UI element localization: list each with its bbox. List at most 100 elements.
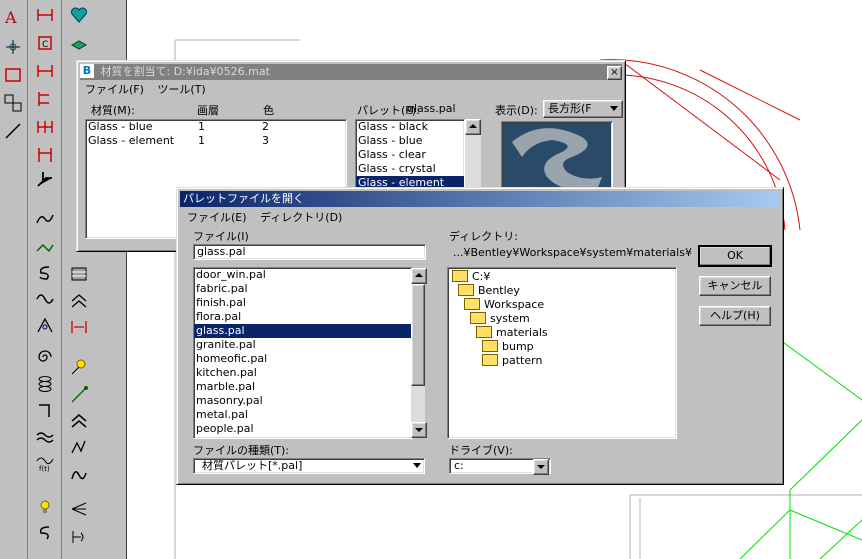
file-item[interactable]: granite.pal: [194, 338, 412, 352]
material-column-header: 材質(M):: [91, 104, 135, 117]
dimension-ordinate-icon[interactable]: [34, 60, 56, 82]
file-item-selected[interactable]: glass.pal: [194, 324, 412, 338]
s-curve-icon[interactable]: [34, 522, 56, 544]
palette-item[interactable]: Glass - crystal: [356, 162, 464, 176]
menu-directory[interactable]: ディレクトリ(D): [260, 211, 342, 224]
open-palette-dialog[interactable]: パレットファイルを開く ファイル(E) ディレクトリ(D) ファイル(I) gl…: [176, 187, 784, 485]
dimension-arrows-icon[interactable]: [68, 316, 90, 338]
file-item[interactable]: finish.pal: [194, 296, 412, 310]
chevron-down-icon: [413, 463, 421, 468]
drive-dropdown-arrow[interactable]: [533, 459, 549, 475]
scroll-down-button[interactable]: [411, 422, 427, 438]
file-item[interactable]: fabric.pal: [194, 282, 412, 296]
spiral-s-icon[interactable]: [34, 262, 56, 284]
line-tool-icon[interactable]: [2, 120, 24, 142]
triangle-points-icon[interactable]: [34, 314, 56, 336]
dimension-tool-icon[interactable]: [2, 64, 24, 86]
spiral-icon[interactable]: [34, 346, 56, 368]
material-window-close-button[interactable]: ×: [607, 66, 622, 80]
tree-item[interactable]: Workspace: [448, 298, 676, 312]
material-row[interactable]: Glass - element 1 3: [86, 134, 346, 148]
helix-icon[interactable]: [34, 372, 56, 394]
display-label: 表示(D):: [495, 104, 538, 117]
material-row[interactable]: Glass - blue 1 2: [86, 120, 346, 134]
display-mode-dropdown[interactable]: 長方形(F: [543, 100, 623, 118]
menu-file[interactable]: ファイル(E): [187, 211, 247, 224]
folder-open-icon: [458, 284, 474, 296]
leader-tool-icon[interactable]: [34, 168, 56, 190]
bracket-open-icon[interactable]: [68, 526, 90, 548]
material-window-menubar: ファイル(F) ツール(T): [85, 81, 216, 97]
palette-item[interactable]: Glass - blue: [356, 134, 464, 148]
tree-item[interactable]: pattern: [448, 354, 676, 368]
folder-open-icon: [464, 298, 480, 310]
chevron-pattern-icon[interactable]: [68, 290, 90, 312]
material-preview-image: [501, 121, 613, 193]
scroll-up-button[interactable]: [411, 268, 427, 284]
menu-file[interactable]: ファイル(F): [85, 83, 144, 96]
light-bulb-icon[interactable]: [68, 356, 90, 378]
tree-item[interactable]: bump: [448, 340, 676, 354]
folder-open-icon: [476, 326, 492, 338]
scroll-thumb[interactable]: [411, 284, 425, 386]
dimension-stacked-icon[interactable]: [34, 88, 56, 110]
line-diagonal-icon[interactable]: [68, 384, 90, 406]
fan-lines-icon[interactable]: [68, 498, 90, 520]
file-list[interactable]: door_win.pal fabric.pal finish.pal flora…: [193, 267, 413, 439]
curve-tool-icon[interactable]: [34, 208, 56, 230]
material-window-title: 材質を割当て: D:¥ida¥0526.mat: [100, 65, 270, 78]
wave-icon[interactable]: [34, 426, 56, 448]
open-dialog-titlebar[interactable]: パレットファイルを開く: [180, 191, 780, 207]
folder-closed-icon: [482, 340, 498, 352]
file-item[interactable]: homeofic.pal: [194, 352, 412, 366]
file-item[interactable]: flora.pal: [194, 310, 412, 324]
file-type-dropdown[interactable]: 材質パレット[*.pal]: [193, 458, 425, 474]
dimension-center-icon[interactable]: C: [34, 32, 56, 54]
hatch-pattern-icon[interactable]: [68, 262, 90, 284]
bracket-icon[interactable]: [34, 400, 56, 422]
material-window-titlebar[interactable]: B 材質を割当て: D:¥ida¥0526.mat: [80, 64, 622, 80]
tilde-curve-icon[interactable]: [68, 464, 90, 486]
file-item[interactable]: door_win.pal: [194, 268, 412, 282]
file-item[interactable]: kitchen.pal: [194, 366, 412, 380]
svg-text:A: A: [4, 8, 17, 27]
open-dialog-title: パレットファイルを開く: [183, 192, 304, 205]
book-material-icon[interactable]: [68, 32, 90, 54]
tree-item[interactable]: C:¥: [448, 270, 676, 284]
dimension-baseline-icon[interactable]: [34, 144, 56, 166]
menu-tools[interactable]: ツール(T): [157, 83, 205, 96]
dimension-size-icon[interactable]: [34, 4, 56, 26]
palette-item[interactable]: Glass - clear: [356, 148, 464, 162]
file-item[interactable]: masonry.pal: [194, 394, 412, 408]
level-column-header: 画層: [197, 104, 219, 117]
palette-item[interactable]: Glass - black: [356, 120, 464, 134]
function-curve-icon[interactable]: f(t): [34, 452, 56, 474]
pencil-sketch-icon[interactable]: [68, 436, 90, 458]
drive-dropdown[interactable]: c:: [449, 458, 551, 475]
tree-item[interactable]: Bentley: [448, 284, 676, 298]
file-item[interactable]: marble.pal: [194, 380, 412, 394]
file-name-label: ファイル(I): [193, 230, 249, 243]
cancel-button[interactable]: キャンセル: [699, 276, 771, 296]
file-item[interactable]: metal.pal: [194, 408, 412, 422]
point-curve-icon[interactable]: [34, 236, 56, 258]
file-name-input[interactable]: glass.pal: [193, 244, 426, 260]
palette-material-list[interactable]: Glass - black Glass - blue Glass - clear…: [355, 119, 465, 191]
tree-item[interactable]: materials: [448, 326, 676, 340]
sine-curve-icon[interactable]: [34, 288, 56, 310]
file-item[interactable]: people.pal: [194, 422, 412, 436]
element-select-icon[interactable]: [2, 92, 24, 114]
file-list-scrollbar[interactable]: [411, 268, 427, 438]
text-tool-icon[interactable]: A: [2, 6, 24, 28]
bulb-tool-icon[interactable]: [34, 496, 56, 518]
ok-button[interactable]: OK: [698, 245, 772, 267]
heart-material-icon[interactable]: [68, 4, 90, 26]
directory-tree[interactable]: C:¥ Bentley Workspace system materials b…: [447, 267, 677, 439]
scroll-up-button[interactable]: [465, 119, 481, 135]
snap-point-icon[interactable]: [2, 36, 24, 58]
help-button[interactable]: ヘルプ(H): [699, 306, 771, 326]
dimension-chain-icon[interactable]: [34, 116, 56, 138]
tree-item[interactable]: system: [448, 312, 676, 326]
palette-list-scrollbar[interactable]: [465, 119, 481, 189]
double-chevron-icon[interactable]: [68, 410, 90, 432]
